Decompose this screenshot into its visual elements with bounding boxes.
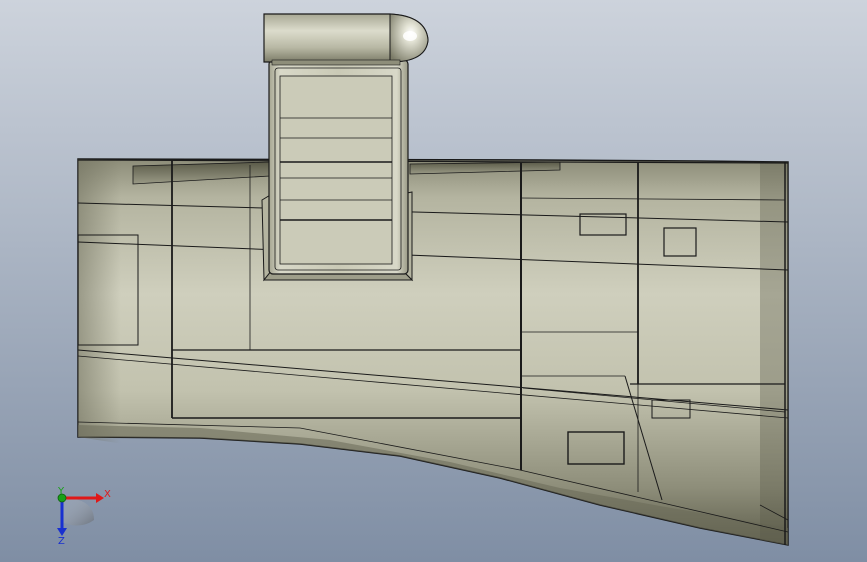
cad-3d-viewport[interactable]: X Y Z [0, 0, 867, 562]
z-axis-label: Z [58, 536, 65, 547]
pylon-mount[interactable] [261, 59, 414, 282]
y-axis-label: Y [57, 486, 65, 497]
store-pod[interactable] [263, 13, 429, 66]
x-axis-label: X [104, 489, 111, 500]
model-canvas[interactable]: X Y Z [0, 0, 867, 562]
